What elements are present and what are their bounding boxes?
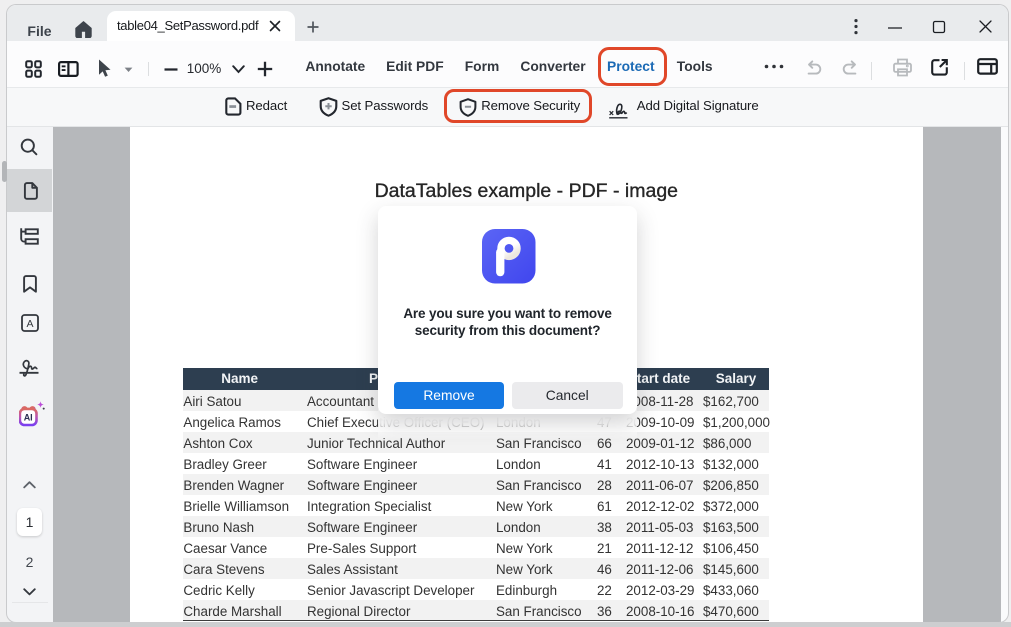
svg-text:AI: AI <box>24 412 33 422</box>
svg-text:A: A <box>26 318 33 330</box>
